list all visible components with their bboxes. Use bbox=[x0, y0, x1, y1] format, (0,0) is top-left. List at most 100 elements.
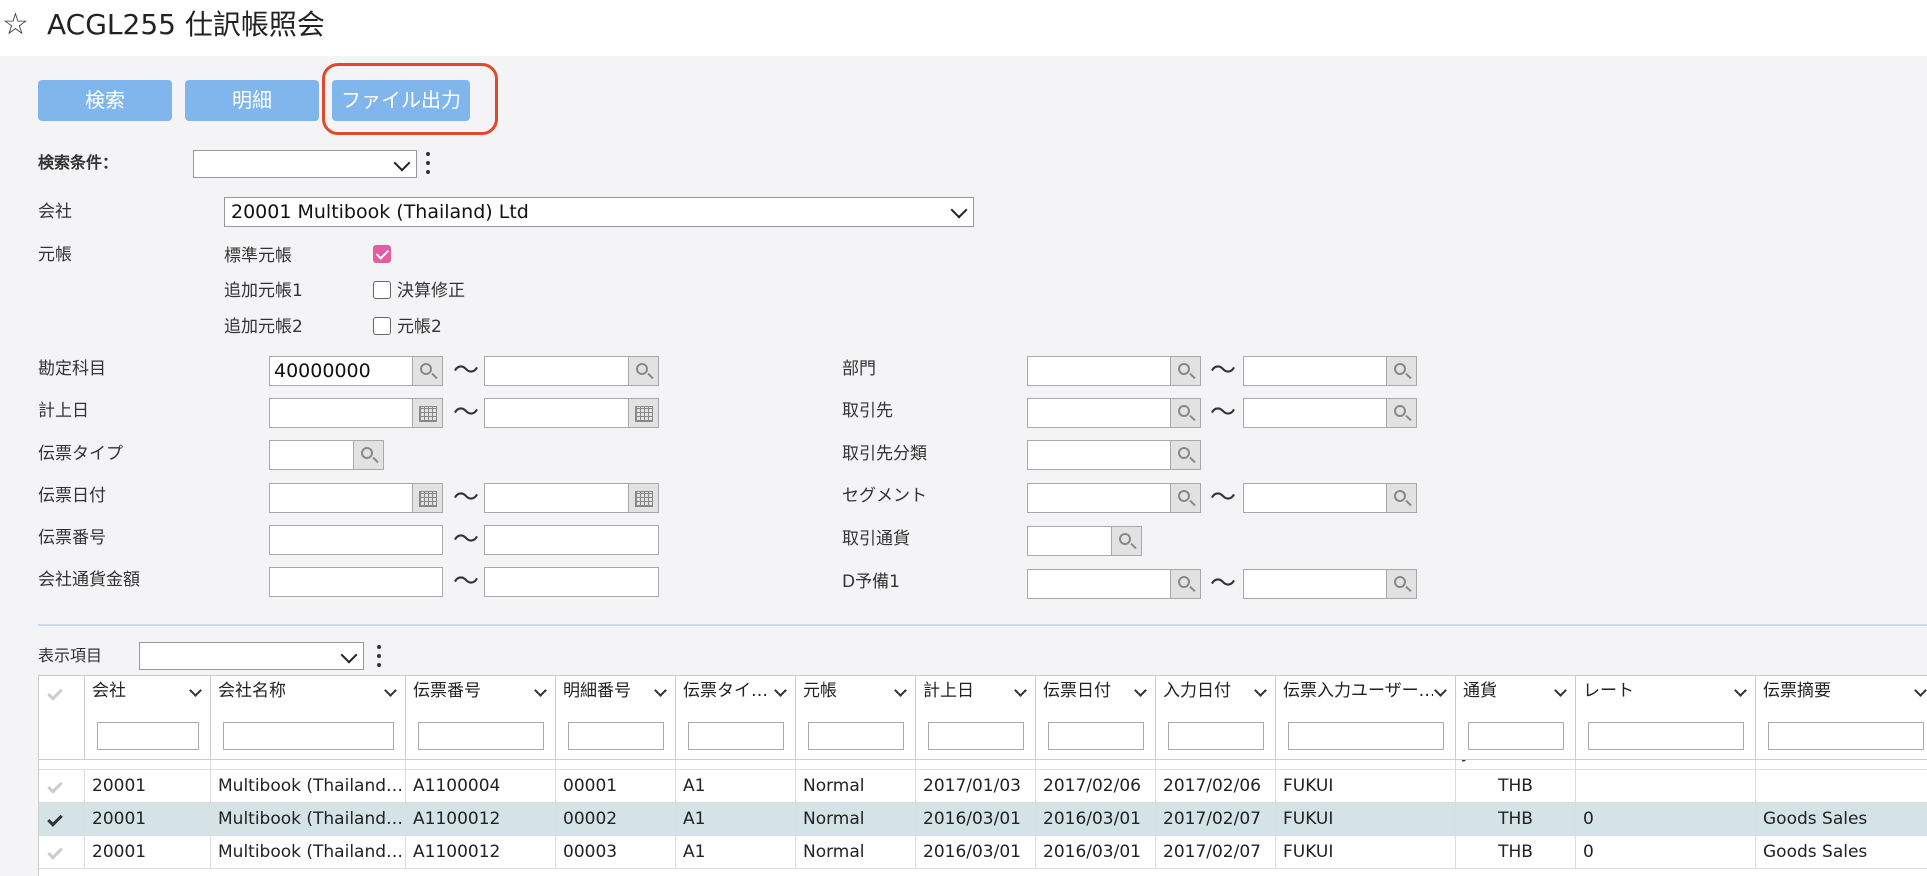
doc-date-to-input[interactable] bbox=[484, 483, 629, 513]
posting-date-to-calendar-button[interactable] bbox=[629, 398, 659, 428]
column-header[interactable]: 計上日 bbox=[916, 676, 1036, 760]
posting-date-from-calendar-button[interactable] bbox=[413, 398, 443, 428]
chevron-down-icon[interactable] bbox=[774, 684, 787, 697]
account-from-search-button[interactable] bbox=[413, 356, 443, 386]
column-header[interactable]: 伝票タイ… bbox=[676, 676, 796, 760]
column-header[interactable]: 伝票摘要 bbox=[1756, 676, 1927, 760]
partner-from-input[interactable] bbox=[1027, 398, 1171, 428]
amount-to-input[interactable] bbox=[484, 567, 659, 597]
posting-date-from-input[interactable] bbox=[269, 398, 413, 428]
partner-to-search-button[interactable] bbox=[1387, 398, 1417, 428]
ledger-label: 元帳 bbox=[38, 245, 72, 265]
ledger-additional1-checkbox[interactable] bbox=[373, 281, 391, 299]
column-filter-input[interactable] bbox=[223, 722, 394, 750]
criteria-menu-icon[interactable] bbox=[425, 150, 431, 178]
d1-from-search-button[interactable] bbox=[1171, 569, 1201, 599]
currency-search-button[interactable] bbox=[1112, 526, 1142, 556]
partner-to-input[interactable] bbox=[1243, 398, 1387, 428]
chevron-down-icon[interactable] bbox=[1254, 684, 1267, 697]
column-filter-input[interactable] bbox=[688, 722, 784, 750]
star-outline-icon[interactable]: ☆ bbox=[2, 10, 29, 40]
chevron-down-icon[interactable] bbox=[1434, 684, 1447, 697]
criteria-select[interactable] bbox=[193, 150, 417, 178]
chevron-down-icon[interactable] bbox=[1134, 684, 1147, 697]
doc-date-from-input[interactable] bbox=[269, 483, 413, 513]
account-from-input[interactable]: 40000000 bbox=[269, 356, 413, 386]
ledger-additional2-checkbox[interactable] bbox=[373, 317, 391, 335]
chevron-down-icon[interactable] bbox=[1554, 684, 1567, 697]
column-header[interactable]: 会社名称 bbox=[211, 676, 406, 760]
display-menu-icon[interactable] bbox=[376, 643, 382, 671]
column-filter-input[interactable] bbox=[1768, 722, 1924, 750]
account-to-input[interactable] bbox=[484, 356, 629, 386]
column-filter-input[interactable] bbox=[1288, 722, 1444, 750]
posting-date-to-input[interactable] bbox=[484, 398, 629, 428]
column-header[interactable]: 伝票番号 bbox=[406, 676, 556, 760]
chevron-down-icon[interactable] bbox=[189, 684, 202, 697]
company-select[interactable]: 20001 Multibook (Thailand) Ltd bbox=[224, 197, 974, 227]
table-row[interactable]: 20001 Multibook (Thailand… A1100004 00001 A1… bbox=[39, 770, 1927, 803]
chevron-down-icon[interactable] bbox=[1014, 684, 1027, 697]
column-header[interactable]: 伝票日付 bbox=[1036, 676, 1156, 760]
currency-input[interactable] bbox=[1027, 526, 1112, 556]
segment-from-search-button[interactable] bbox=[1171, 483, 1201, 513]
column-filter-input[interactable] bbox=[418, 722, 544, 750]
column-header[interactable]: 会社 bbox=[85, 676, 211, 760]
column-header[interactable]: 元帳 bbox=[796, 676, 916, 760]
table-cell: FUKUI bbox=[1276, 803, 1456, 836]
chevron-down-icon[interactable] bbox=[1914, 684, 1927, 697]
column-filter-input[interactable] bbox=[1468, 722, 1564, 750]
column-filter-input[interactable] bbox=[928, 722, 1024, 750]
doc-number-from-input[interactable] bbox=[269, 525, 443, 555]
table-row[interactable]: 20001 Multibook (Thailand… A1100012 00002 A1… bbox=[39, 803, 1927, 836]
column-filter-input[interactable] bbox=[568, 722, 664, 750]
doc-type-search-button[interactable] bbox=[354, 440, 384, 470]
column-filter-input[interactable] bbox=[97, 722, 199, 750]
chevron-down-icon[interactable] bbox=[384, 684, 397, 697]
doc-type-input[interactable] bbox=[269, 440, 354, 470]
column-header[interactable]: 通貨 bbox=[1456, 676, 1576, 760]
column-filter-input[interactable] bbox=[808, 722, 904, 750]
row-select-cell[interactable] bbox=[39, 770, 85, 803]
column-filter-input[interactable] bbox=[1588, 722, 1744, 750]
column-filter-input[interactable] bbox=[1168, 722, 1264, 750]
doc-date-to-calendar-button[interactable] bbox=[629, 483, 659, 513]
chevron-down-icon[interactable] bbox=[1734, 684, 1747, 697]
dept-to-input[interactable] bbox=[1243, 356, 1387, 386]
column-filter-input[interactable] bbox=[1048, 722, 1144, 750]
select-all-header[interactable] bbox=[39, 676, 85, 760]
amount-from-input[interactable] bbox=[269, 567, 443, 597]
search-button[interactable]: 検索 bbox=[38, 80, 172, 121]
partner-class-search-button[interactable] bbox=[1171, 440, 1201, 470]
detail-button[interactable]: 明細 bbox=[185, 80, 319, 121]
row-select-cell[interactable] bbox=[39, 836, 85, 869]
segment-from-input[interactable] bbox=[1027, 483, 1171, 513]
dept-from-input[interactable] bbox=[1027, 356, 1171, 386]
display-items-select[interactable] bbox=[139, 642, 364, 670]
d1-to-input[interactable] bbox=[1243, 569, 1387, 599]
d1-from-input[interactable] bbox=[1027, 569, 1171, 599]
dept-to-search-button[interactable] bbox=[1387, 356, 1417, 386]
chevron-down-icon[interactable] bbox=[654, 684, 667, 697]
column-header[interactable]: 明細番号 bbox=[556, 676, 676, 760]
account-to-search-button[interactable] bbox=[629, 356, 659, 386]
segment-to-input[interactable] bbox=[1243, 483, 1387, 513]
segment-to-search-button[interactable] bbox=[1387, 483, 1417, 513]
partner-from-search-button[interactable] bbox=[1171, 398, 1201, 428]
chevron-down-icon[interactable] bbox=[534, 684, 547, 697]
column-header-label: 伝票摘要 bbox=[1763, 681, 1831, 701]
column-header[interactable]: 入力日付 bbox=[1156, 676, 1276, 760]
table-row[interactable]: 20001 Multibook (Thailand… A1100012 00003 A1… bbox=[39, 836, 1927, 869]
column-header[interactable]: レート bbox=[1576, 676, 1756, 760]
column-header[interactable]: 伝票入力ユーザー… bbox=[1276, 676, 1456, 760]
dept-from-search-button[interactable] bbox=[1171, 356, 1201, 386]
doc-date-from-calendar-button[interactable] bbox=[413, 483, 443, 513]
doc-number-to-input[interactable] bbox=[484, 525, 659, 555]
partner-class-input[interactable] bbox=[1027, 440, 1171, 470]
ledger-standard-checkbox[interactable] bbox=[373, 245, 391, 263]
search-icon bbox=[361, 447, 373, 459]
d1-to-search-button[interactable] bbox=[1387, 569, 1417, 599]
row-select-cell[interactable] bbox=[39, 803, 85, 836]
search-icon bbox=[1119, 533, 1131, 545]
chevron-down-icon[interactable] bbox=[894, 684, 907, 697]
